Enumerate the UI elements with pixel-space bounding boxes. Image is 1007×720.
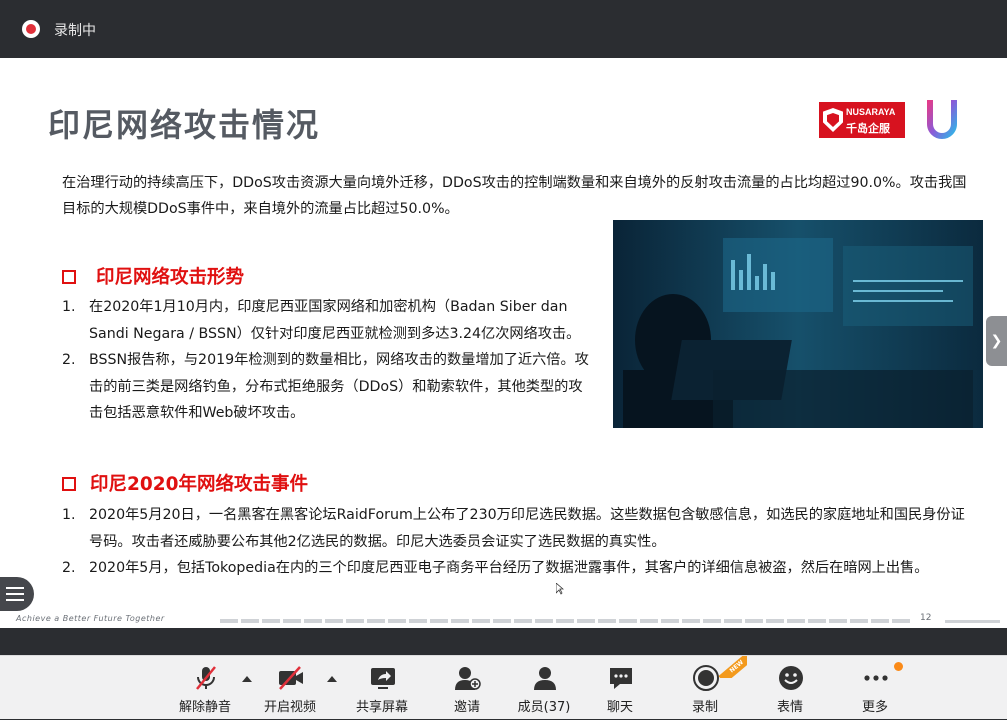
members-icon — [534, 667, 556, 690]
invite-button[interactable]: 邀请 — [432, 656, 502, 720]
slide-page-number: 12 — [920, 613, 932, 623]
section-heading-text: 印尼网络攻击形势 — [96, 267, 245, 288]
chat-label: 聊天 — [606, 700, 633, 715]
menu-line-icon — [6, 599, 24, 601]
footer-divider — [220, 619, 910, 623]
unmute-button[interactable]: 解除静音 — [170, 656, 240, 720]
reactions-button[interactable]: 表情 — [755, 656, 825, 720]
mouse-cursor-icon — [556, 583, 564, 595]
footer-tagline: Achieve a Better Future Together — [16, 614, 165, 623]
audio-options-caret[interactable] — [242, 676, 252, 682]
menu-line-icon — [6, 593, 24, 595]
list-text: 2020年5月20日，一名黑客在黑客论坛RaidForum上公布了230万印尼选… — [89, 507, 965, 550]
hacker-photo — [613, 220, 983, 428]
chat-button[interactable]: 聊天 — [585, 656, 655, 720]
list-item: 1. 在2020年1月10月内，印度尼西亚国家网络和加密机构（Badan Sibe… — [62, 294, 590, 347]
u-gradient-logo — [927, 100, 957, 139]
list-number: 1. — [62, 507, 76, 523]
start-video-button[interactable]: 开启视频 — [255, 656, 325, 720]
muted-microphone-icon — [196, 666, 216, 690]
video-off-icon — [279, 666, 303, 690]
menu-line-icon — [6, 587, 24, 589]
shared-slide: 印尼网络攻击情况 NUSARAYA 千岛企服 在治理行动的持续高压下，DDoS攻… — [0, 58, 1007, 628]
list-text: BSSN报告称，与2019年检测到的数量相比，网络攻击的数量增加了近六倍。攻击的… — [89, 352, 589, 421]
situation-list: 1. 在2020年1月10月内，印度尼西亚国家网络和加密机构（Badan Sibe… — [62, 294, 590, 427]
list-text: 2020年5月，包括Tokopedia在内的三个印度尼西亚电子商务平台经历了数据… — [89, 560, 929, 576]
shield-icon — [823, 108, 843, 132]
next-slide-button[interactable]: ❯ — [986, 316, 1007, 366]
start-video-label: 开启视频 — [263, 700, 316, 715]
intro-paragraph: 在治理行动的持续高压下，DDoS攻击资源大量向境外迁移，DDoS攻击的控制端数量… — [62, 175, 967, 217]
chevron-right-icon: ❯ — [990, 333, 1003, 349]
checkbox-bullet-icon — [62, 477, 76, 491]
section-heading-events: 印尼2020年网络攻击事件 — [62, 470, 308, 496]
new-feature-badge: NEW — [719, 656, 747, 678]
reactions-label: 表情 — [776, 700, 803, 715]
video-options-caret[interactable] — [327, 676, 337, 682]
share-screen-button[interactable]: 共享屏幕 — [347, 656, 417, 720]
recording-status: 录制中 — [54, 23, 96, 39]
nusaraya-logo: NUSARAYA 千岛企服 — [819, 102, 905, 138]
meeting-toolbar: 解除静音 开启视频 共享屏幕 邀请 成员(37) 聊天 录制 表情 更多 — [0, 655, 1007, 719]
list-number: 2. — [62, 352, 76, 368]
list-item: 1. 2020年5月20日，一名黑客在黑客论坛RaidForum上公布了230万印… — [62, 502, 977, 555]
chat-bubble-icon — [610, 668, 632, 689]
list-item: 2. BSSN报告称，与2019年检测到的数量相比，网络攻击的数量增加了近六倍。攻… — [62, 347, 590, 427]
recording-dot-icon — [22, 20, 40, 38]
checkbox-bullet-icon — [62, 270, 76, 284]
section-heading-situation: 印尼网络攻击形势 — [62, 263, 244, 289]
new-badge-text: NEW — [719, 656, 747, 678]
smiley-icon — [779, 666, 803, 690]
invite-label: 邀请 — [453, 700, 480, 715]
list-number: 1. — [62, 299, 76, 315]
record-label: 录制 — [691, 700, 718, 715]
footer-divider — [945, 620, 1000, 623]
add-user-icon — [455, 667, 481, 690]
section-heading-text: 印尼2020年网络攻击事件 — [90, 474, 308, 495]
notification-dot — [894, 662, 903, 671]
meeting-top-bar: 录制中 — [0, 0, 1007, 58]
share-screen-label: 共享屏幕 — [355, 700, 408, 715]
record-icon — [693, 665, 719, 691]
list-text: 在2020年1月10月内，印度尼西亚国家网络和加密机构（Badan Siber … — [89, 299, 581, 342]
more-label: 更多 — [861, 700, 888, 715]
members-label: 成员(37) — [517, 700, 571, 715]
logo-brand-cn: 千岛企服 — [846, 122, 890, 135]
events-list: 1. 2020年5月20日，一名黑客在黑客论坛RaidForum上公布了230万印… — [62, 502, 977, 582]
more-dots-icon — [864, 675, 888, 681]
share-screen-icon — [371, 668, 395, 689]
slide-footer: Achieve a Better Future Together 12 — [0, 610, 1007, 628]
members-button[interactable]: 成员(37) — [509, 656, 579, 720]
logo-brand-en: NUSARAYA — [846, 107, 896, 117]
unmute-label: 解除静音 — [178, 700, 231, 715]
slide-title: 印尼网络攻击情况 — [48, 106, 321, 144]
list-item: 2. 2020年5月，包括Tokopedia在内的三个印度尼西亚电子商务平台经历了… — [62, 555, 977, 582]
participant-list-toggle[interactable] — [0, 577, 34, 611]
list-number: 2. — [62, 560, 76, 576]
